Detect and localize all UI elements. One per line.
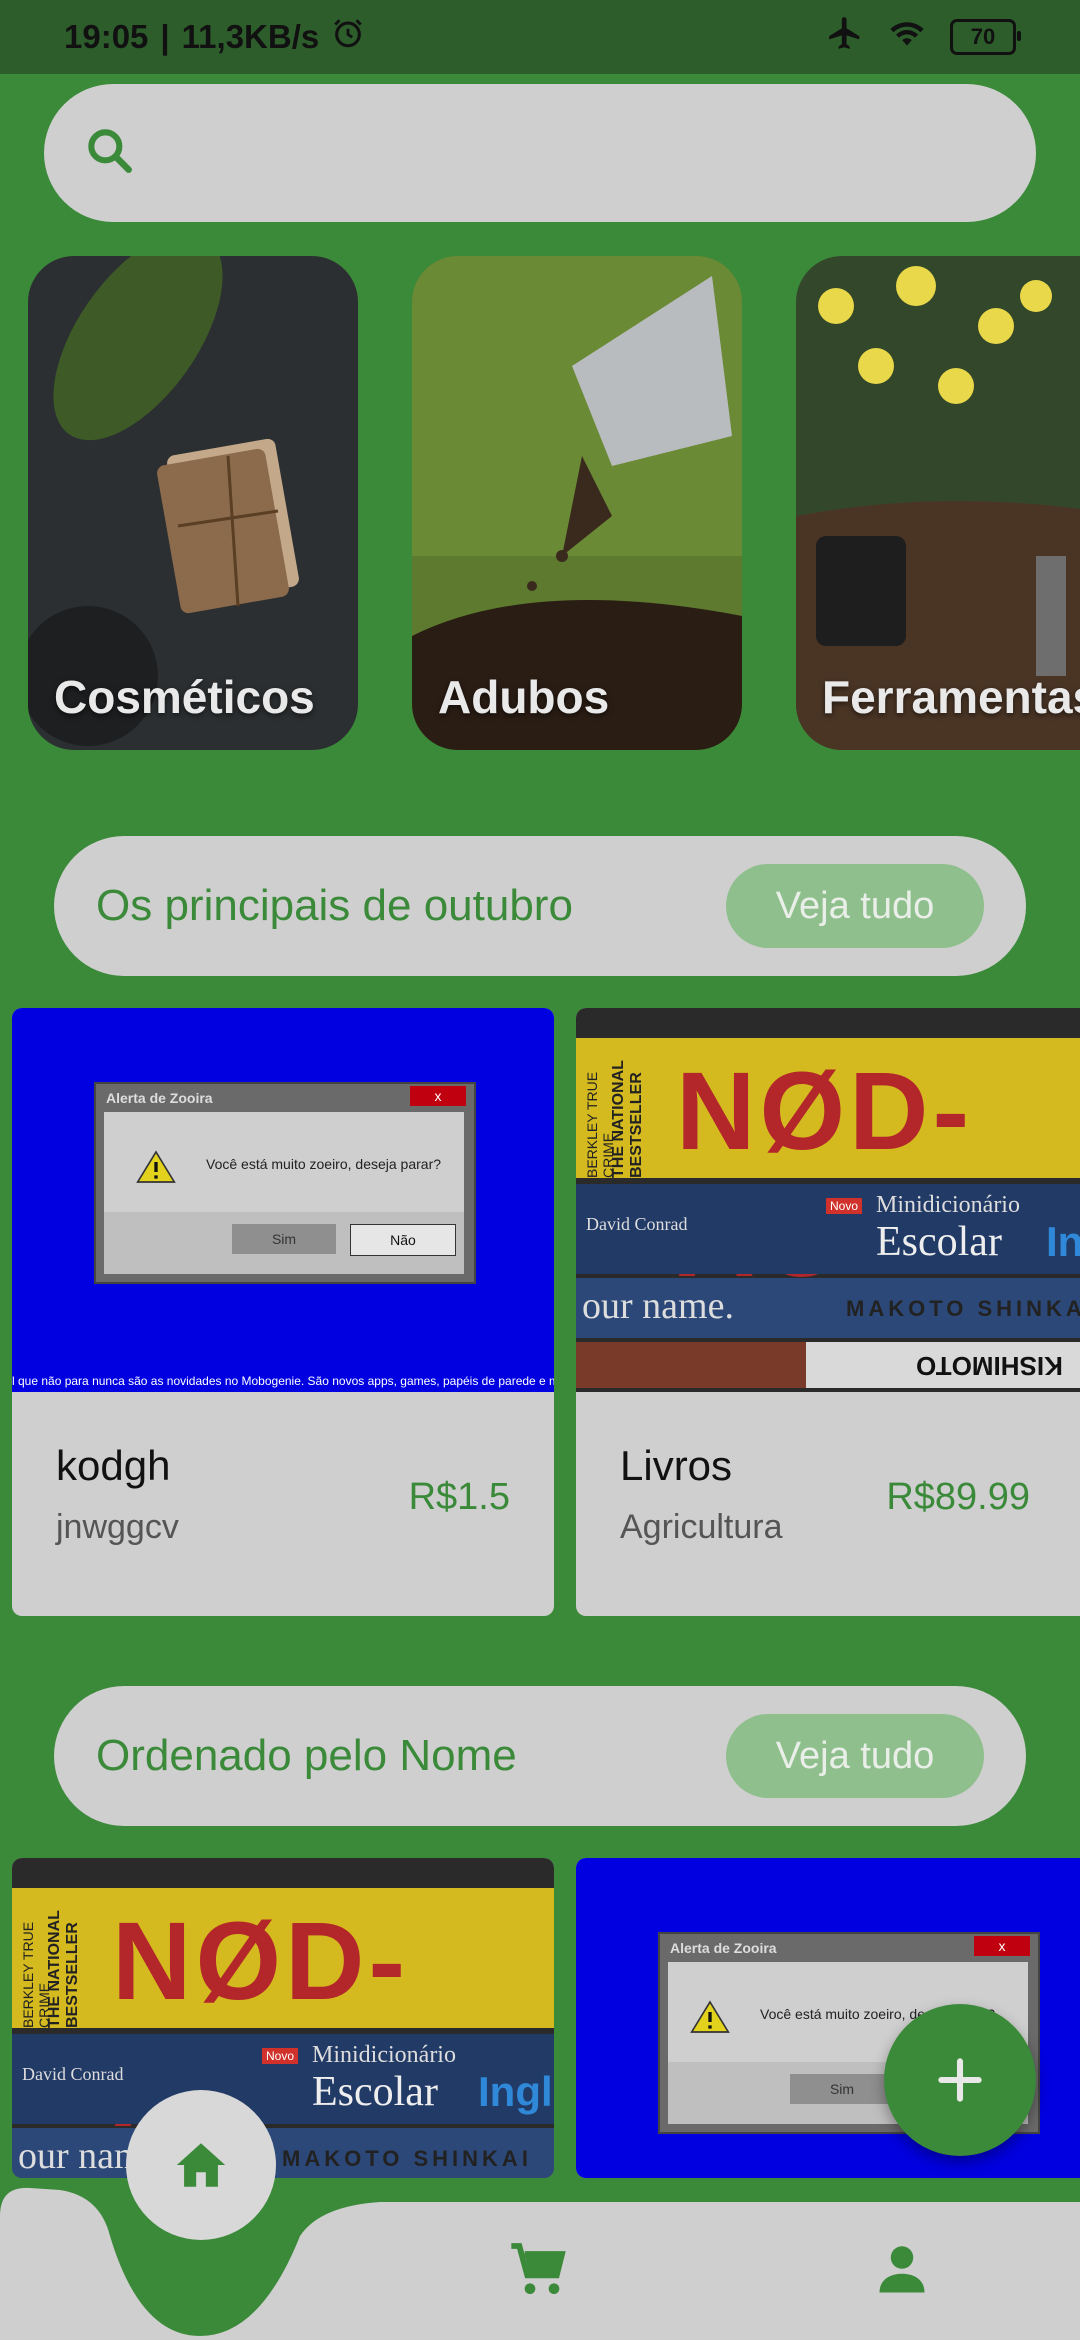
see-all-button[interactable]: Veja tudo <box>726 1714 984 1798</box>
product-image: Alerta de Zooira x Você está muito zoeir… <box>12 1008 554 1392</box>
warning-icon <box>136 1150 176 1183</box>
category-label: Ferramentas <box>822 671 1080 723</box>
book-author-2: MAKOTO SHINKAI <box>846 1296 1080 1321</box>
dialog-close: x <box>974 1936 1030 1956</box>
category-card-ferramentas[interactable]: Ferramentas <box>796 256 1080 750</box>
categories-carousel[interactable]: Cosméticos Adubos Ferramentas <box>0 256 1080 754</box>
dialog-yes: Sim <box>232 1224 336 1254</box>
book-badge: Novo <box>262 2048 299 2064</box>
search-icon <box>82 123 138 184</box>
book-author: David Conrad <box>22 2064 124 2084</box>
person-icon <box>879 2246 925 2293</box>
product-category: jnwggcv <box>56 1508 179 1546</box>
section-header-top-october: Os principais de outubro Veja tudo <box>54 836 1026 976</box>
nav-home[interactable] <box>126 2090 276 2240</box>
status-bar: 19:05 | 11,3KB/s 70 <box>0 0 1080 74</box>
dialog-message: Você está muito zoeiro, deseja parar? <box>206 1156 442 1172</box>
book-big: Escolar <box>312 2069 438 2115</box>
add-fab-button[interactable] <box>884 2004 1036 2156</box>
product-price: R$1.5 <box>408 1476 510 1518</box>
ticker-text: l que não para nunca são as novidades no… <box>12 1374 554 1388</box>
book-lang: Inglê <box>1046 1218 1080 1265</box>
section-title: Os principais de outubro <box>96 881 573 930</box>
product-card-livros-2[interactable]: BERKLEY TRUE CRIME THE NATIONAL BESTSELL… <box>12 1858 554 2178</box>
dialog-no: Não <box>350 1224 456 1256</box>
product-card-kodgh[interactable]: Alerta de Zooira x Você está muito zoeir… <box>12 1008 554 1616</box>
section-header-by-name: Ordenado pelo Nome Veja tudo <box>54 1686 1026 1826</box>
product-card-livros[interactable]: BERKLEY TRUE CRIME THE NATIONAL BESTSELL… <box>576 1008 1080 1616</box>
product-image: BERKLEY TRUE CRIME THE NATIONAL BESTSELL… <box>576 1008 1080 1392</box>
book-badge: Novo <box>826 1198 863 1214</box>
book-title-2: Minidicionário <box>312 2042 456 2068</box>
book-lang: Inglê <box>478 2068 554 2115</box>
book-title-2: Minidicionário <box>876 1192 1020 1218</box>
dialog-yes: Sim <box>790 2074 894 2104</box>
search-input[interactable] <box>156 132 960 174</box>
airplane-icon <box>826 14 864 60</box>
status-speed: 11,3KB/s <box>181 18 320 55</box>
battery-icon: 70 <box>950 19 1021 55</box>
wifi-icon <box>886 14 928 60</box>
book-text-2: KISHIMOTO <box>916 1351 1063 1381</box>
product-name: Livros <box>620 1442 733 1489</box>
book-banner: THE NATIONAL BESTSELLER <box>46 1910 81 2028</box>
book-author-2: MAKOTO SHINKAI <box>282 2146 532 2171</box>
cart-icon <box>511 2243 566 2294</box>
category-card-cosmeticos[interactable]: Cosméticos <box>28 256 358 750</box>
book-banner: THE NATIONAL BESTSELLER <box>610 1060 645 1178</box>
dialog-close: x <box>410 1086 466 1106</box>
search-bar[interactable] <box>44 84 1036 222</box>
home-icon <box>176 2143 226 2187</box>
product-name: kodgh <box>56 1442 171 1489</box>
product-image: BERKLEY TRUE CRIME THE NATIONAL BESTSELL… <box>12 1858 554 2178</box>
warning-icon <box>690 2000 730 2033</box>
nav-profile[interactable] <box>862 2230 942 2310</box>
book-author: David Conrad <box>586 1214 688 1234</box>
product-category: Agricultura <box>620 1508 783 1546</box>
category-card-adubos[interactable]: Adubos <box>412 256 742 750</box>
product-price: R$89.99 <box>886 1476 1030 1518</box>
battery-level: 70 <box>970 24 996 49</box>
see-all-button[interactable]: Veja tudo <box>726 864 984 948</box>
dialog-title: Alerta de Zooira <box>670 1940 777 1956</box>
status-time: 19:05 <box>64 18 149 55</box>
category-label: Adubos <box>438 671 610 723</box>
section-title: Ordenado pelo Nome <box>96 1731 517 1780</box>
plus-icon <box>938 2058 982 2102</box>
dialog-title: Alerta de Zooira <box>106 1090 213 1106</box>
nav-cart[interactable] <box>498 2230 578 2310</box>
category-label: Cosméticos <box>54 671 315 723</box>
book-text: our name. <box>582 1285 734 1327</box>
book-big: Escolar <box>876 1219 1002 1265</box>
alarm-icon <box>331 16 365 58</box>
